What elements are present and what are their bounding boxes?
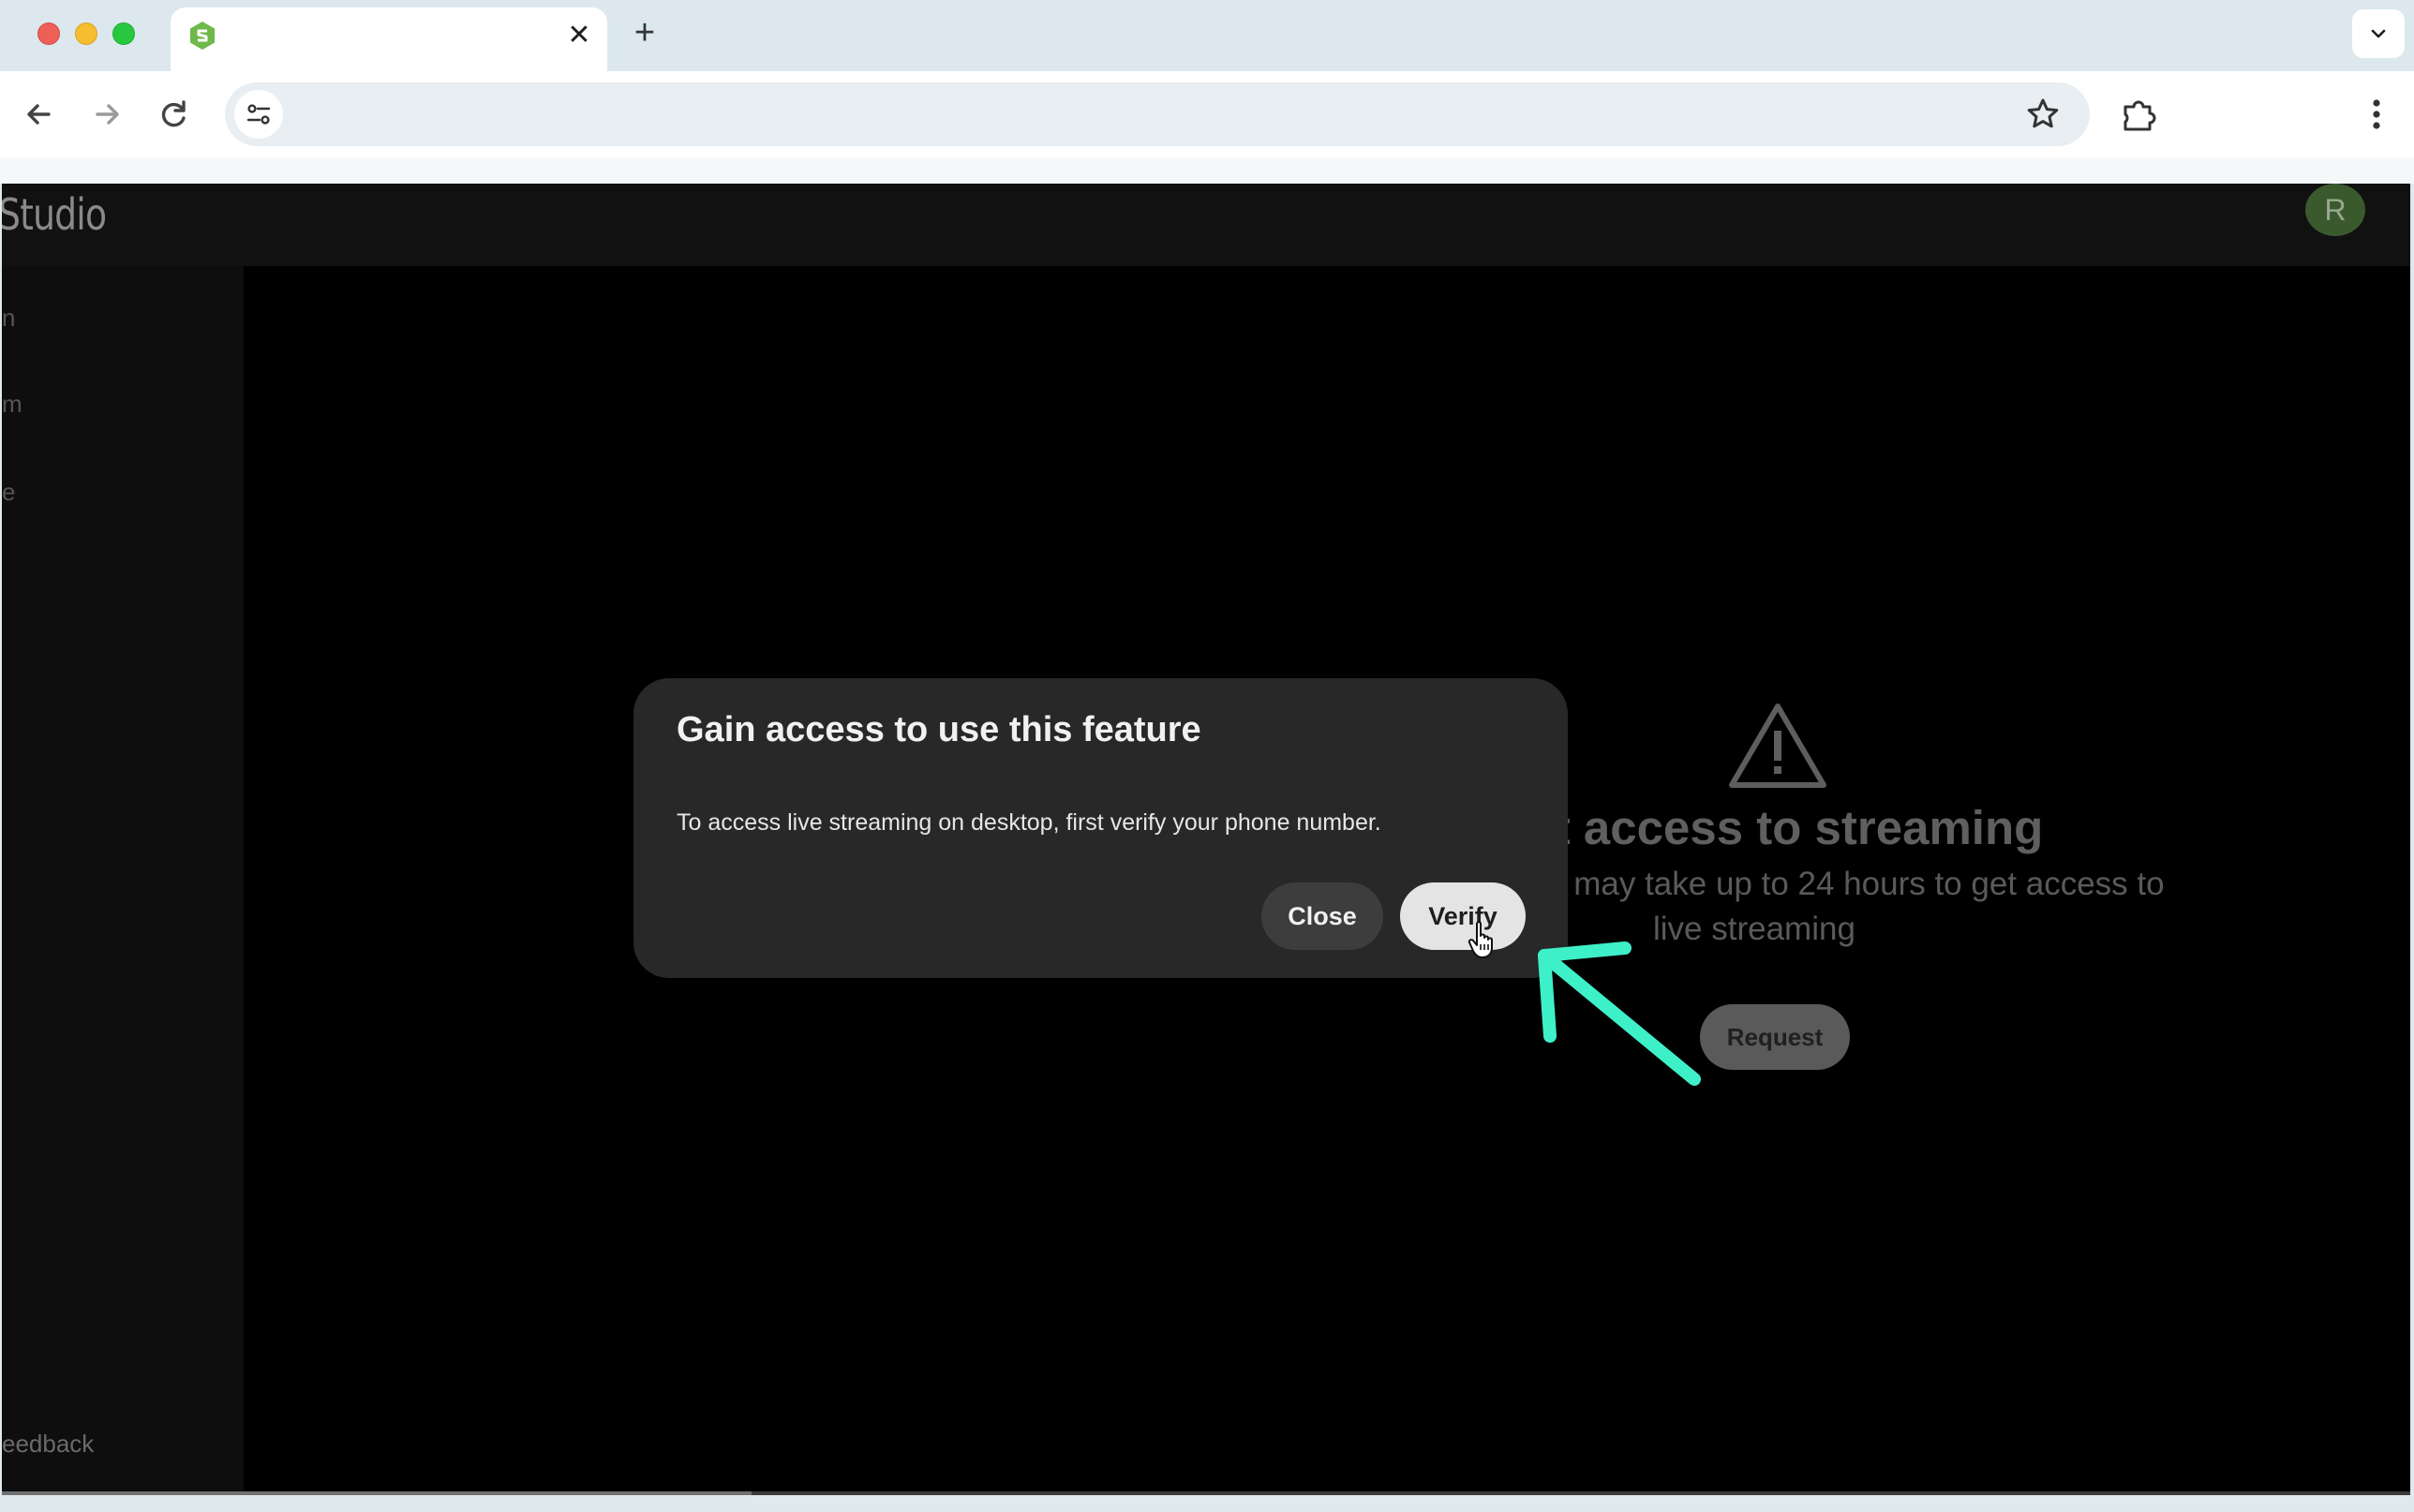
forward-arrow-icon [96,104,119,125]
sidebar-item[interactable]: n [2,304,15,333]
dialog-body: To access live streaming on desktop, fir… [677,809,1381,836]
horizontal-scrollbar[interactable] [2,1491,2410,1495]
forward-button[interactable] [84,92,129,137]
reload-button[interactable] [152,92,197,137]
gain-access-dialog: Gain access to use this feature To acces… [633,678,1568,978]
maximize-window-button[interactable] [112,22,135,45]
hand-pointer-cursor-icon [1468,921,1493,958]
close-button[interactable]: Close [1261,882,1383,950]
avatar[interactable]: R [2305,184,2365,236]
sidebar: n m e eedback [2,266,244,1495]
extensions-puzzle-icon[interactable] [2116,92,2165,141]
tab-search-button[interactable] [2352,9,2405,58]
minimize-window-button[interactable] [75,22,97,45]
tab-strip: ✕ + [0,0,2414,71]
reload-icon [161,100,186,127]
browser-window: ✕ + Studio R n m e eedback est access to… [0,0,2414,1512]
sidebar-item[interactable]: m [2,390,22,419]
address-bar[interactable] [225,82,2090,146]
green-s-favicon-icon [190,22,215,50]
browser-toolbar [0,71,2414,157]
site-info-button[interactable] [234,90,283,139]
new-tab-button[interactable]: + [626,15,663,52]
dialog-title: Gain access to use this feature [677,710,1201,749]
verify-button[interactable]: Verify [1400,882,1526,950]
back-button[interactable] [17,92,62,137]
scrollbar-thumb[interactable] [2,1491,752,1495]
close-window-button[interactable] [37,22,60,45]
warning-triangle-icon [1729,704,1826,788]
sidebar-item[interactable]: e [2,478,15,507]
empty-state-title: est access to streaming [1501,801,2044,854]
send-feedback-link[interactable]: eedback [2,1430,94,1459]
toolbar-spacer [0,157,2414,184]
app-header: Studio R [2,184,2410,266]
request-button[interactable]: Request [1700,1004,1850,1070]
chevron-down-icon [2371,29,2386,38]
kebab-menu-icon[interactable] [2358,92,2395,137]
browser-tab[interactable]: ✕ [171,7,607,71]
annotation-arrow-icon [1538,941,1701,1086]
empty-state-description-line1: it may take up to 24 hours to get access… [1548,866,2165,902]
bookmark-star-icon[interactable] [2020,92,2065,137]
back-arrow-icon [27,104,51,125]
site-info-icon [246,104,271,125]
studio-logo[interactable]: Studio [2,189,107,240]
close-tab-icon[interactable]: ✕ [562,19,596,52]
